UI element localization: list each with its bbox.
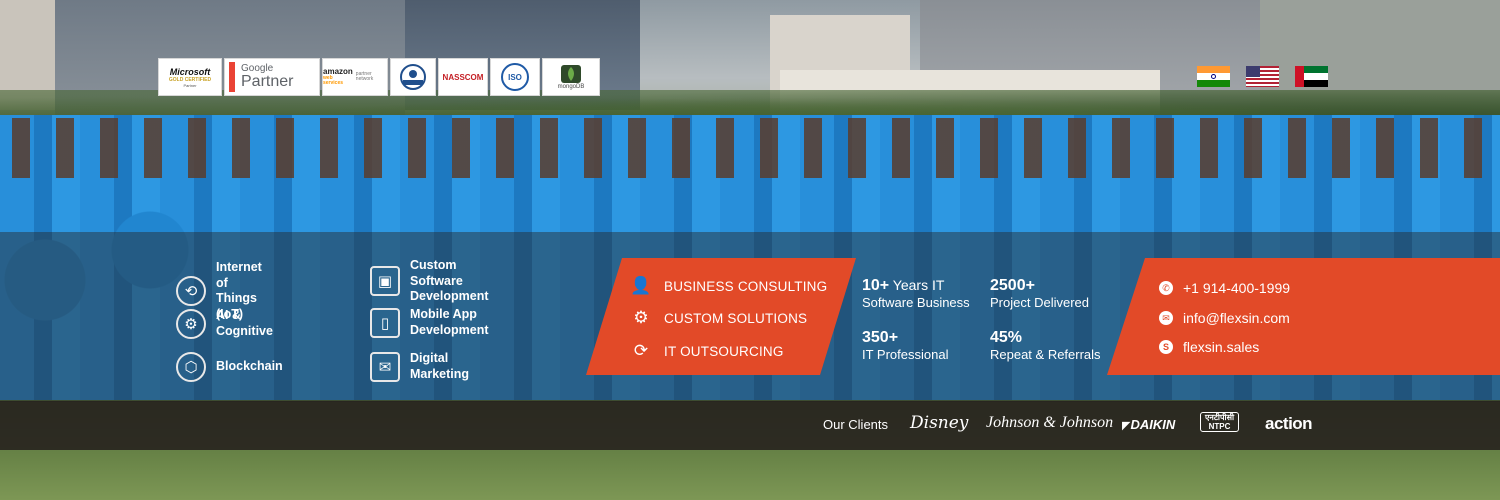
ai-cognitive-icon: ⚙ [176,308,206,339]
clients-title: Our Clients [823,417,889,432]
nasscom-logo: NASSCOM [438,58,488,96]
custom-software-icon: ▣ [370,266,400,297]
client-logo-daikin: ◤DAIKIN [1122,417,1176,432]
consulting-icon: 👤 [630,276,652,295]
certification-badge-icon [400,64,426,90]
digital-marketing-icon: ✉ [370,351,400,382]
country-flags [1197,66,1328,87]
phone-icon: ✆ [1159,281,1173,295]
service-ai-cognitive[interactable]: ⚙ AI & Cognitive [176,308,273,339]
service-custom-software[interactable]: ▣ Custom Software Development [370,258,489,305]
stat-repeat-referrals: 45% Repeat & Referrals [990,329,1101,363]
google-partner-badge [229,62,235,92]
outsourcing-icon: ⟳ [633,341,649,360]
skype-icon: S [1159,340,1173,354]
iot-icon: ⟲ [176,276,206,307]
service-mobile-app[interactable]: ▯ Mobile App Development [370,307,489,338]
contact-panel: ✆ +1 914-400-1999 ✉ info@flexsin.com S f… [1107,258,1500,375]
mobile-app-icon: ▯ [370,307,400,338]
certification-logo [390,58,436,96]
team-heads [0,118,1500,178]
clients-bar: Our Clients Disney Johnson & Johnson ◤DA… [0,401,1500,450]
microsoft-partner-logo: Microsoft GOLD CERTIFIED Partner [158,58,222,96]
svg-text:ISO: ISO [508,73,522,82]
partner-logos: Microsoft GOLD CERTIFIED Partner Google … [158,58,600,96]
stat-projects: 2500+ Project Delivered [990,277,1089,311]
offering-business-consulting[interactable]: 👤 BUSINESS CONSULTING [630,275,827,297]
blockchain-icon: ⬡ [176,352,206,382]
client-logo-johnson-johnson: Johnson & Johnson [986,414,1114,431]
india-flag-icon[interactable] [1197,66,1230,87]
gears-icon: ⚙ [633,308,649,327]
iso-badge-icon: ISO [501,63,529,91]
contact-email[interactable]: ✉ info@flexsin.com [1159,310,1290,326]
iso-logo: ISO [490,58,540,96]
service-blockchain[interactable]: ⬡ Blockchain [176,352,283,382]
stat-years: 10+ Years IT Software Business [862,277,970,311]
offering-custom-solutions[interactable]: ⚙ CUSTOM SOLUTIONS [630,307,807,329]
mongodb-logo: mongoDB [542,58,600,96]
mongodb-leaf-icon [561,65,581,83]
google-partner-logo: Google Partner [224,58,320,96]
offering-it-outsourcing[interactable]: ⟳ IT OUTSOURCING [630,340,784,362]
contact-skype[interactable]: S flexsin.sales [1159,339,1259,355]
contact-phone[interactable]: ✆ +1 914-400-1999 [1159,280,1290,296]
aws-partner-logo: amazon web services partner network [322,58,388,96]
service-digital-marketing[interactable]: ✉ Digital Marketing [370,351,469,382]
stat-professionals: 350+ IT Professional [862,329,949,363]
client-logo-action: action [1265,414,1313,433]
offerings-panel: 👤 BUSINESS CONSULTING ⚙ CUSTOM SOLUTIONS… [586,258,856,375]
uae-flag-icon[interactable] [1295,66,1328,87]
client-logo-disney: Disney [910,413,969,433]
usa-flag-icon[interactable] [1246,66,1279,87]
client-logo-ntpc: एनटीपीसी NTPC [1200,412,1240,433]
email-icon: ✉ [1159,311,1173,325]
